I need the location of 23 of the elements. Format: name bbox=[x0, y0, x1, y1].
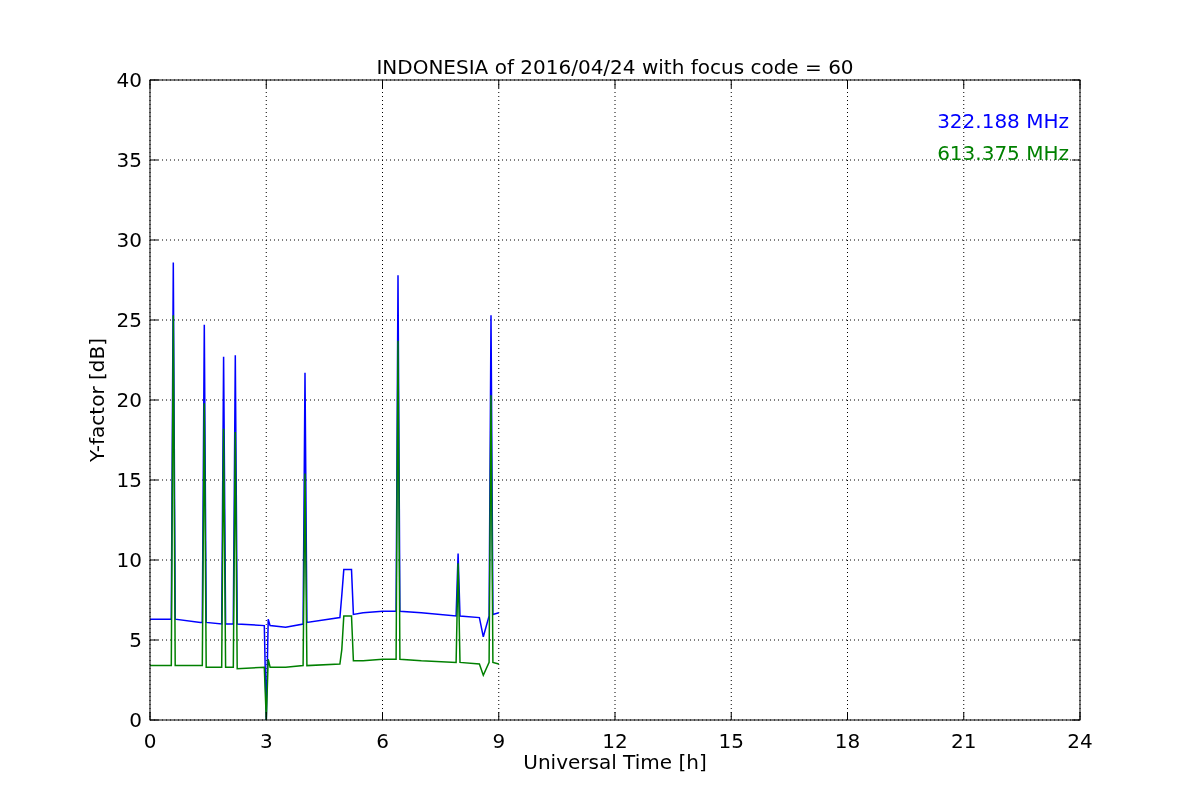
x-tick-label: 12 bbox=[602, 729, 628, 753]
y-tick-label: 40 bbox=[116, 68, 142, 92]
x-tick-label: 6 bbox=[376, 729, 389, 753]
x-tick-label: 18 bbox=[834, 729, 861, 753]
x-tick-label: 21 bbox=[951, 729, 977, 753]
y-tick-label: 30 bbox=[116, 228, 142, 252]
chart-title: INDONESIA of 2016/04/24 with focus code = 60 bbox=[376, 55, 854, 79]
y-tick-label: 5 bbox=[129, 628, 142, 652]
legend-label: 613.375 MHz bbox=[937, 141, 1069, 165]
y-tick-label: 35 bbox=[116, 148, 142, 172]
x-axis-label: Universal Time [h] bbox=[523, 750, 707, 774]
x-tick-label: 3 bbox=[259, 729, 273, 753]
x-tick-label: 15 bbox=[718, 729, 744, 753]
y-axis-label: Y-factor [dB] bbox=[85, 338, 109, 462]
x-tick-label: 24 bbox=[1067, 729, 1093, 753]
legend-label: 322.188 MHz bbox=[937, 109, 1069, 133]
x-tick-label: 9 bbox=[492, 729, 506, 753]
y-tick-label: 10 bbox=[116, 548, 142, 572]
y-tick-label: 15 bbox=[116, 468, 142, 492]
y-tick-label: 25 bbox=[116, 308, 142, 332]
y-tick-label: 20 bbox=[116, 388, 142, 412]
x-tick-label: 0 bbox=[143, 729, 157, 753]
y-tick-label: 0 bbox=[129, 708, 142, 732]
